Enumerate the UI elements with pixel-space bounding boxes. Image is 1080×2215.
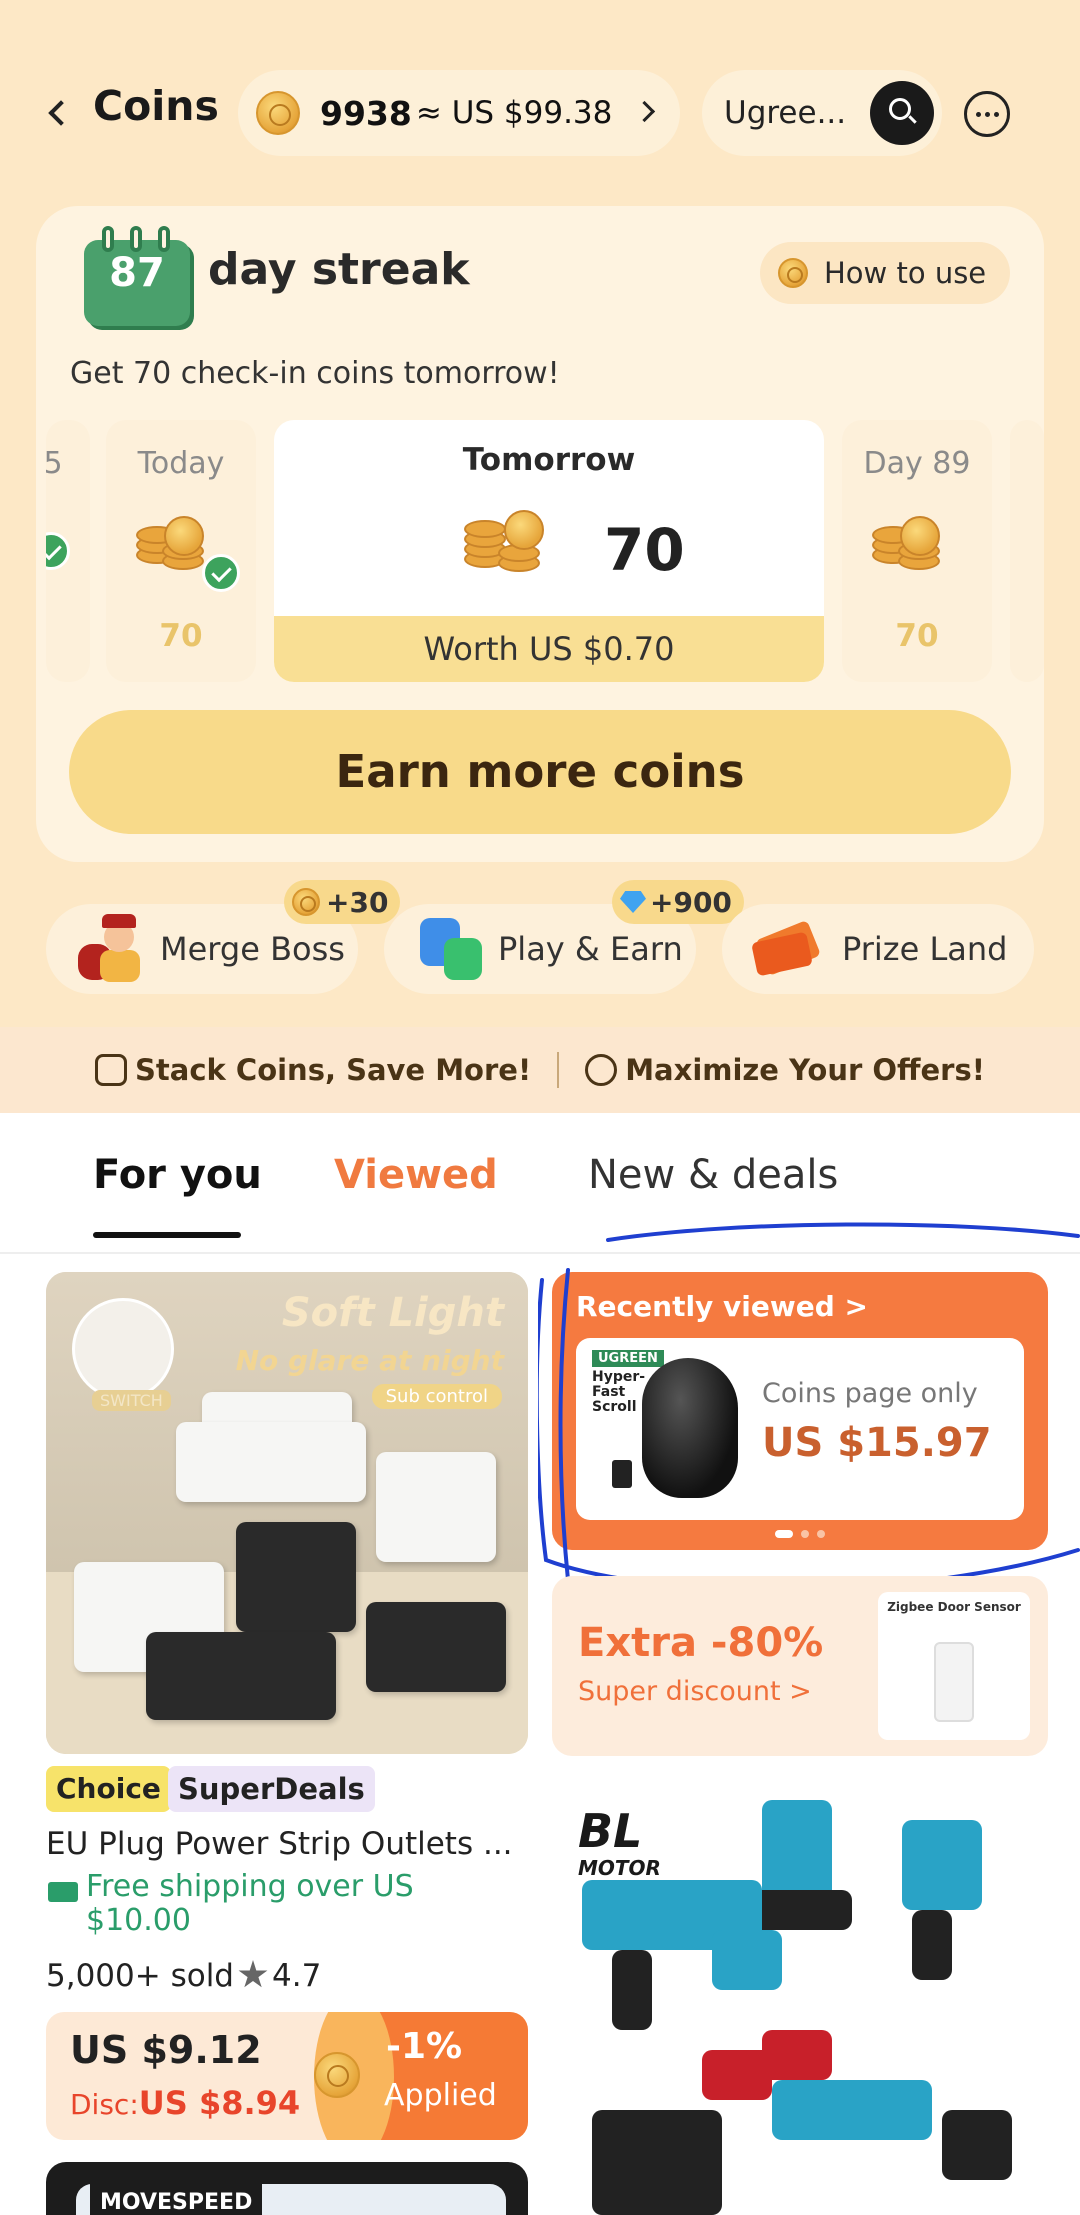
shipping-info: Free shipping over US $10.00 xyxy=(86,1869,414,1938)
merge-boss-icon xyxy=(74,914,144,984)
brand-logo-sub: MOTOR xyxy=(578,1856,661,1880)
image-headline: Soft Light xyxy=(281,1290,504,1336)
how-to-use-label: How to use xyxy=(824,256,987,290)
highlight-annotation xyxy=(538,1222,1080,1592)
brand-logo: BL xyxy=(578,1804,643,1858)
door-sensor-image[interactable]: Zigbee Door Sensor xyxy=(878,1592,1030,1740)
streak-subtitle: Get 70 check-in coins tomorrow! xyxy=(70,356,560,391)
rating: 4.7 xyxy=(272,1958,322,1994)
coin-value: ≈ US $99.38 xyxy=(415,95,613,131)
product-image-power-strip[interactable]: SWITCH Soft Light No glare at night Sub … xyxy=(46,1272,528,1754)
search-button[interactable] xyxy=(870,81,934,145)
merge-boss-badge: +30 xyxy=(284,880,401,924)
extra-discount-card[interactable]: Extra -80% Super discount > Zigbee Door … xyxy=(552,1576,1048,1756)
product-image-power-tools[interactable]: BL MOTOR xyxy=(552,1780,1048,2215)
prize-land-icon xyxy=(750,919,826,979)
prize-land-button[interactable]: Prize Land xyxy=(722,904,1034,994)
chevron-right-icon xyxy=(633,100,656,123)
search-input[interactable]: Ugree... xyxy=(724,95,846,131)
product-name[interactable]: EU Plug Power Strip Outlets ... xyxy=(46,1826,526,1862)
merge-boss-label: Merge Boss xyxy=(160,930,345,968)
superdeals-tag: SuperDeals xyxy=(168,1766,375,1812)
prize-land-label: Prize Land xyxy=(842,930,1008,968)
discount-percent: -1% xyxy=(386,2026,463,2067)
extra-discount-title: Extra -80% xyxy=(578,1620,824,1666)
coin-count: 9938 xyxy=(320,93,412,133)
tab-viewed[interactable]: Viewed xyxy=(334,1152,498,1198)
switch-label: SWITCH xyxy=(92,1390,171,1411)
day-card-day89: Day 89 70 xyxy=(842,420,992,682)
super-discount-link[interactable]: Super discount > xyxy=(578,1676,812,1707)
day-label-day89: Day 89 xyxy=(863,446,971,481)
search-bar[interactable]: Ugree... xyxy=(702,70,942,156)
day-card-tomorrow: Tomorrow 70 Worth US $0.70 xyxy=(274,420,824,682)
day-label-tomorrow: Tomorrow xyxy=(462,442,636,478)
choice-tag: Choice xyxy=(46,1766,171,1812)
divider xyxy=(557,1052,560,1088)
tab-for-you[interactable]: For you xyxy=(93,1152,262,1198)
coin-stack-icon xyxy=(872,496,958,576)
discount-price: Disc:US $8.94 xyxy=(70,2084,301,2122)
promo-stack-coins: Stack Coins, Save More! xyxy=(95,1053,531,1087)
earn-more-coins-button[interactable]: Earn more coins xyxy=(69,710,1011,834)
sold-count: 5,000+ sold xyxy=(46,1958,234,1994)
tab-new-deals[interactable]: New & deals xyxy=(588,1152,838,1198)
calendar-icon: 87 xyxy=(84,226,190,326)
day-card-next xyxy=(1010,420,1044,682)
promo-maximize-offers: Maximize Your Offers! xyxy=(585,1053,985,1087)
image-chip: Sub control xyxy=(371,1384,502,1409)
applied-label: Applied xyxy=(384,2078,497,2113)
day-label-today: Today xyxy=(137,446,225,481)
diamond-icon xyxy=(620,891,646,913)
tab-active-indicator xyxy=(93,1232,241,1238)
truck-icon xyxy=(48,1882,78,1902)
play-and-earn-label: Play & Earn xyxy=(498,930,683,968)
coin-balance-pill[interactable]: 9938 ≈ US $99.38 xyxy=(238,70,680,156)
tomorrow-coin-value: 70 xyxy=(604,516,685,584)
day-value-today: 70 xyxy=(159,618,203,654)
coin-icon xyxy=(778,258,808,288)
day-value-day89: 70 xyxy=(895,618,939,654)
coin-icon xyxy=(292,888,320,916)
brand-label: MOVESPEED xyxy=(90,2184,263,2215)
more-options-icon[interactable] xyxy=(964,91,1010,137)
how-to-use-button[interactable]: How to use xyxy=(760,242,1010,304)
day-card-today: Today 70 xyxy=(106,420,256,682)
coin-icon xyxy=(256,91,300,135)
product-card-next[interactable]: MOVESPEED xyxy=(46,2162,528,2215)
price: US $9.12 xyxy=(70,2028,262,2072)
coin-stack-icon xyxy=(464,496,550,576)
streak-card: 87 day streak How to use Get 70 check-in… xyxy=(36,206,1044,862)
promo-strip[interactable]: Stack Coins, Save More! Maximize Your Of… xyxy=(0,1027,1080,1113)
streak-title: day streak xyxy=(208,244,470,295)
page-title: Coins xyxy=(93,82,219,130)
coupon-icon xyxy=(95,1054,128,1086)
image-subheadline: No glare at night xyxy=(235,1344,504,1377)
check-icon xyxy=(46,532,70,570)
price-box[interactable]: US $9.12 Disc:US $8.94 -1% Applied xyxy=(46,2012,528,2140)
play-and-earn-icon xyxy=(420,918,482,980)
check-icon xyxy=(202,554,240,592)
day-label: 5 xyxy=(46,446,63,481)
coin-icon xyxy=(314,2052,360,2098)
switch-detail xyxy=(72,1298,174,1400)
door-sensor-title: Zigbee Door Sensor xyxy=(887,1600,1021,1614)
tomorrow-worth: Worth US $0.70 xyxy=(274,616,824,682)
streak-days: 87 xyxy=(109,250,165,296)
percent-icon xyxy=(585,1054,618,1086)
star-icon xyxy=(238,1960,268,1988)
play-and-earn-badge: +900 xyxy=(612,880,744,924)
day-card-previous: 5 xyxy=(46,420,90,682)
